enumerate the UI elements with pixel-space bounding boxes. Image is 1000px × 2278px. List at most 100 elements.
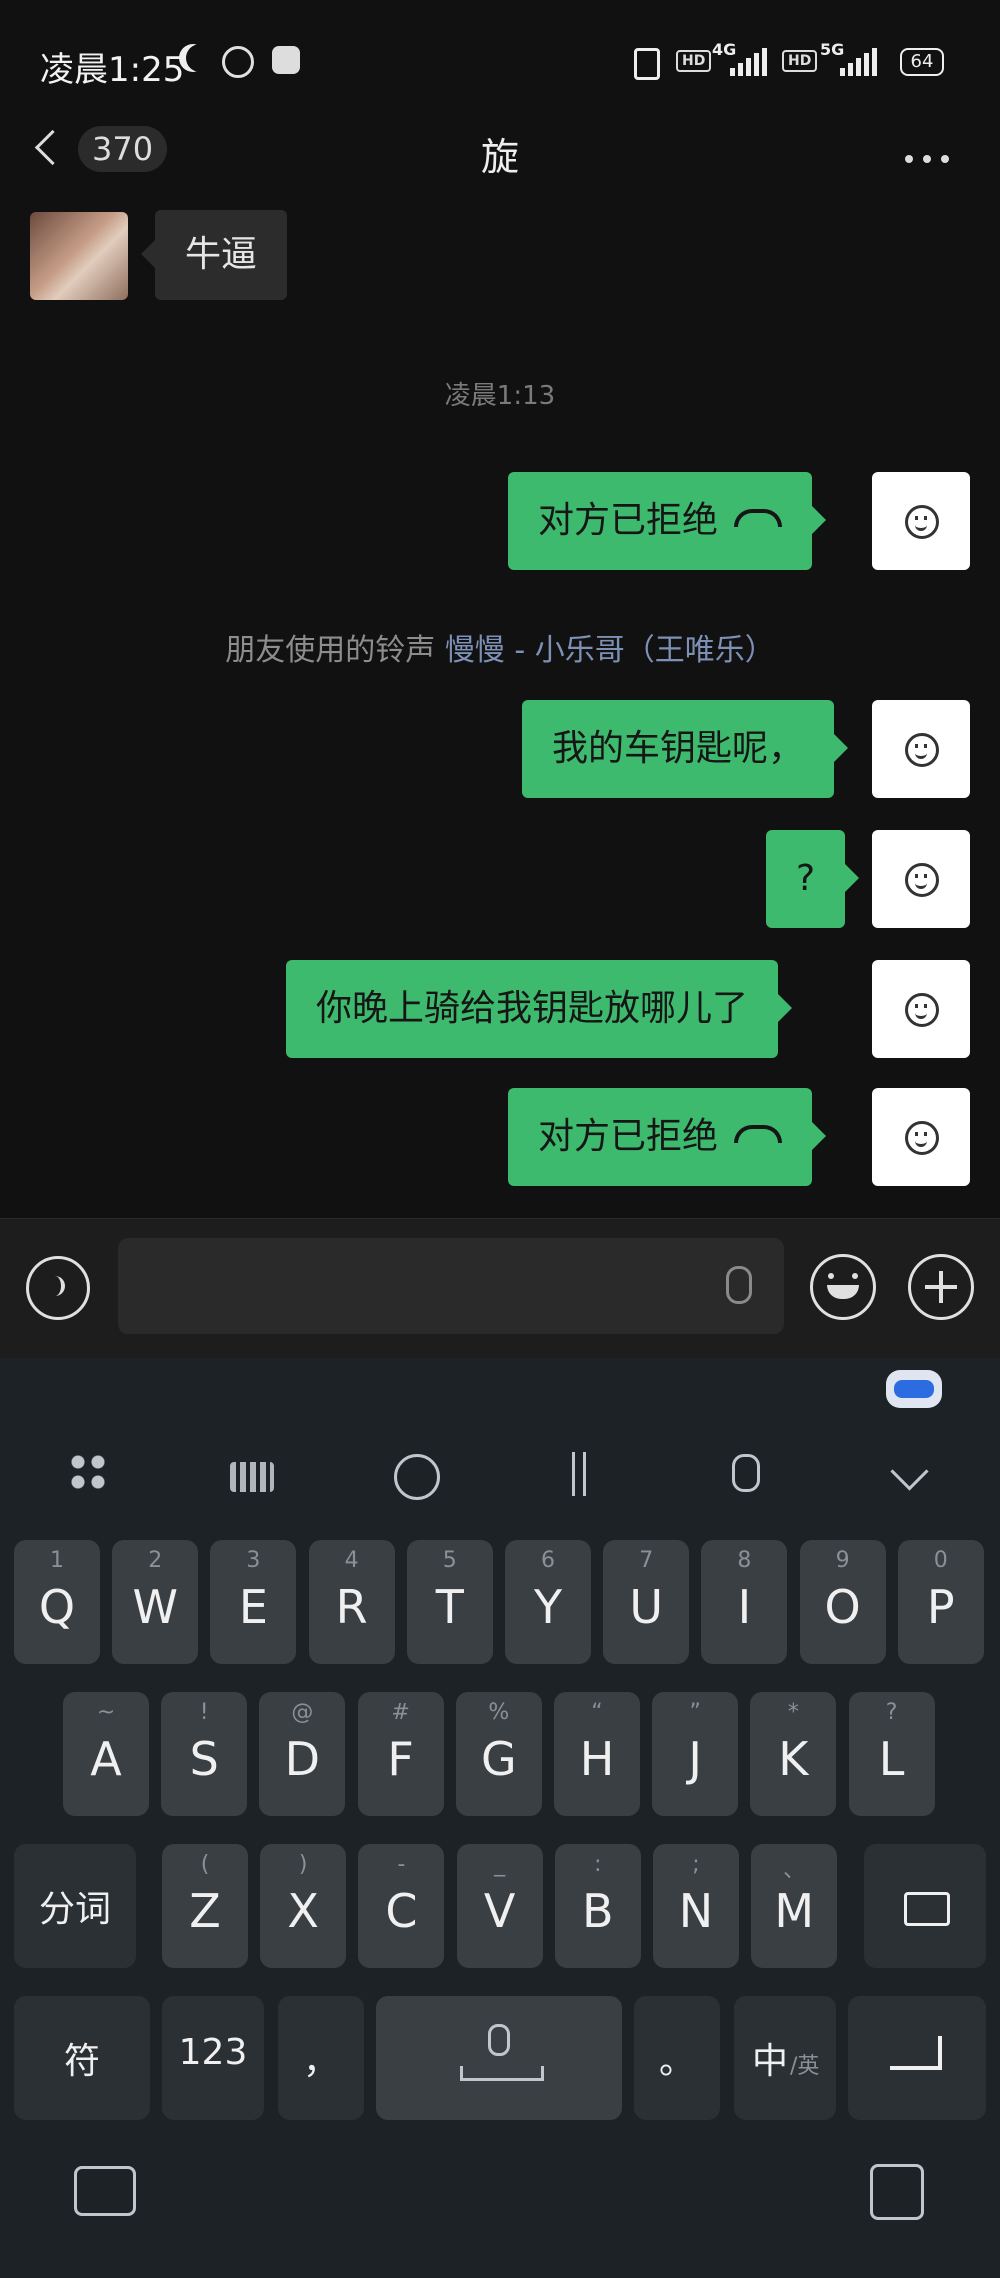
hd-badge-1: HD <box>676 50 712 72</box>
my-avatar[interactable] <box>872 960 970 1058</box>
comma-key-label: ， <box>302 2041 339 2082</box>
enter-icon <box>890 2036 942 2070</box>
my-avatar[interactable] <box>872 472 970 570</box>
symbols-key[interactable]: 符 <box>14 1996 150 2120</box>
key-j[interactable]: ” J <box>652 1692 739 1816</box>
peer-avatar[interactable] <box>30 212 128 300</box>
mic-icon[interactable] <box>726 1266 752 1304</box>
key-y[interactable]: 6Y <box>505 1540 591 1664</box>
key-u[interactable]: 7U <box>603 1540 690 1664</box>
assistant-robot-icon[interactable] <box>886 1370 942 1408</box>
key-label: Y <box>533 1580 563 1634</box>
switch-keyboard-icon[interactable] <box>74 2166 136 2216</box>
apps-grid-icon[interactable] <box>58 1452 118 1492</box>
ringtone-song-link[interactable]: 慢慢 - 小乐哥（王唯乐） <box>445 633 775 668</box>
enter-key[interactable] <box>848 1996 986 2120</box>
emoji-keyboard-icon[interactable] <box>394 1454 440 1500</box>
incoming-message-bubble[interactable]: 牛逼 <box>140 210 288 300</box>
my-avatar[interactable] <box>872 700 970 798</box>
key-z[interactable]: (Z <box>162 1844 248 1968</box>
keyboard-layout-icon[interactable] <box>230 1462 274 1492</box>
key-secondary-label: ” <box>689 1700 701 1725</box>
key-secondary-label: ) <box>298 1852 308 1877</box>
voice-mode-icon[interactable] <box>26 1256 90 1320</box>
key-i[interactable]: 8I <box>701 1540 788 1664</box>
status-bar: 凌晨1:25 HD 4G HD 5G 64 <box>0 0 1000 120</box>
key-secondary-label: 5 <box>442 1548 457 1573</box>
chat-title: 旋 <box>480 135 519 179</box>
outgoing-call-rejected-bubble[interactable]: 对方已拒绝 <box>508 472 827 570</box>
key-label: E <box>238 1580 268 1634</box>
my-avatar[interactable] <box>872 830 970 928</box>
status-time: 凌晨1:25 <box>40 50 185 90</box>
clipboard-icon[interactable] <box>870 2164 924 2220</box>
segment-key-label: 分词 <box>38 1889 111 1930</box>
emoji-icon[interactable] <box>810 1254 876 1320</box>
smiley-icon <box>905 505 939 539</box>
key-secondary-label: ; <box>692 1852 700 1877</box>
key-t[interactable]: 5T <box>406 1540 493 1664</box>
key-e[interactable]: 3E <box>210 1540 297 1664</box>
key-p[interactable]: 0P <box>897 1540 984 1664</box>
key-secondary-label: 0 <box>933 1548 948 1573</box>
outgoing-call-rejected-bubble[interactable]: 对方已拒绝 <box>508 1088 827 1186</box>
key-m[interactable]: 、 M <box>751 1844 838 1968</box>
key-secondary-label: - <box>397 1852 406 1877</box>
key-label: G <box>480 1732 517 1786</box>
key-w[interactable]: 2W <box>112 1540 199 1664</box>
cursor-icon[interactable] <box>572 1452 586 1496</box>
key-label: W <box>132 1580 178 1634</box>
period-key[interactable]: 。 <box>634 1996 720 2120</box>
key-r[interactable]: 4R <box>308 1540 395 1664</box>
key-label: Q <box>38 1580 76 1634</box>
ringtone-prefix: 朋友使用的铃声 <box>225 633 436 668</box>
outgoing-message-bubble[interactable]: 你晚上骑给我钥匙放哪儿了 <box>286 960 793 1058</box>
key-secondary-label: ! <box>199 1700 209 1725</box>
key-a[interactable]: ~ A <box>63 1692 149 1816</box>
voice-input-icon[interactable] <box>732 1454 760 1492</box>
key-l[interactable]: ? L <box>848 1692 935 1816</box>
segment-key[interactable]: 分词 <box>14 1844 136 1968</box>
numbers-key[interactable]: 123 <box>162 1996 264 2120</box>
space-key[interactable] <box>376 1996 622 2120</box>
hd-badge-2: HD <box>782 50 818 72</box>
space-bar-icon <box>460 2066 544 2081</box>
outgoing-message-bubble[interactable]: ? <box>766 830 860 928</box>
key-secondary-label: 2 <box>148 1548 163 1573</box>
key-n[interactable]: ; N <box>653 1844 739 1968</box>
key-label: X <box>287 1884 319 1938</box>
key-f[interactable]: # F <box>357 1692 444 1816</box>
key-q[interactable]: 1Q <box>14 1540 100 1664</box>
key-c[interactable]: -C <box>358 1844 445 1968</box>
key-secondary-label: “ <box>591 1700 603 1725</box>
key-v[interactable]: _ V <box>456 1844 543 1968</box>
key-label: K <box>778 1732 809 1786</box>
key-label: P <box>926 1580 955 1634</box>
key-x[interactable]: ) X <box>260 1844 347 1968</box>
outgoing-message-bubble[interactable]: 我的车钥匙呢， <box>522 700 849 798</box>
key-h[interactable]: “H <box>554 1692 640 1816</box>
key-label: Z <box>189 1884 221 1938</box>
key-g[interactable]: % G <box>455 1692 542 1816</box>
key-d[interactable]: @ D <box>259 1692 346 1816</box>
numbers-key-label: 123 <box>178 2032 248 2073</box>
more-options-icon[interactable] <box>905 148 959 167</box>
smiley-icon <box>905 733 939 767</box>
key-secondary-label: _ <box>494 1852 506 1877</box>
key-label: H <box>579 1732 615 1786</box>
key-s[interactable]: ! S <box>161 1692 248 1816</box>
smiley-icon <box>905 993 939 1027</box>
key-o[interactable]: 9O <box>799 1540 886 1664</box>
language-switch-key[interactable]: 中/英 <box>734 1996 836 2120</box>
message-input[interactable] <box>118 1238 784 1334</box>
add-icon[interactable] <box>908 1254 974 1320</box>
comma-key[interactable]: ， <box>278 1996 364 2120</box>
key-label: N <box>678 1884 714 1938</box>
backspace-icon <box>904 1892 950 1926</box>
zh-label: 中 <box>752 2041 789 2082</box>
my-avatar[interactable] <box>872 1088 970 1186</box>
app-notification-icon <box>272 46 300 74</box>
key-b[interactable]: :B <box>554 1844 641 1968</box>
backspace-key[interactable] <box>864 1844 986 1968</box>
key-k[interactable]: * K <box>750 1692 837 1816</box>
